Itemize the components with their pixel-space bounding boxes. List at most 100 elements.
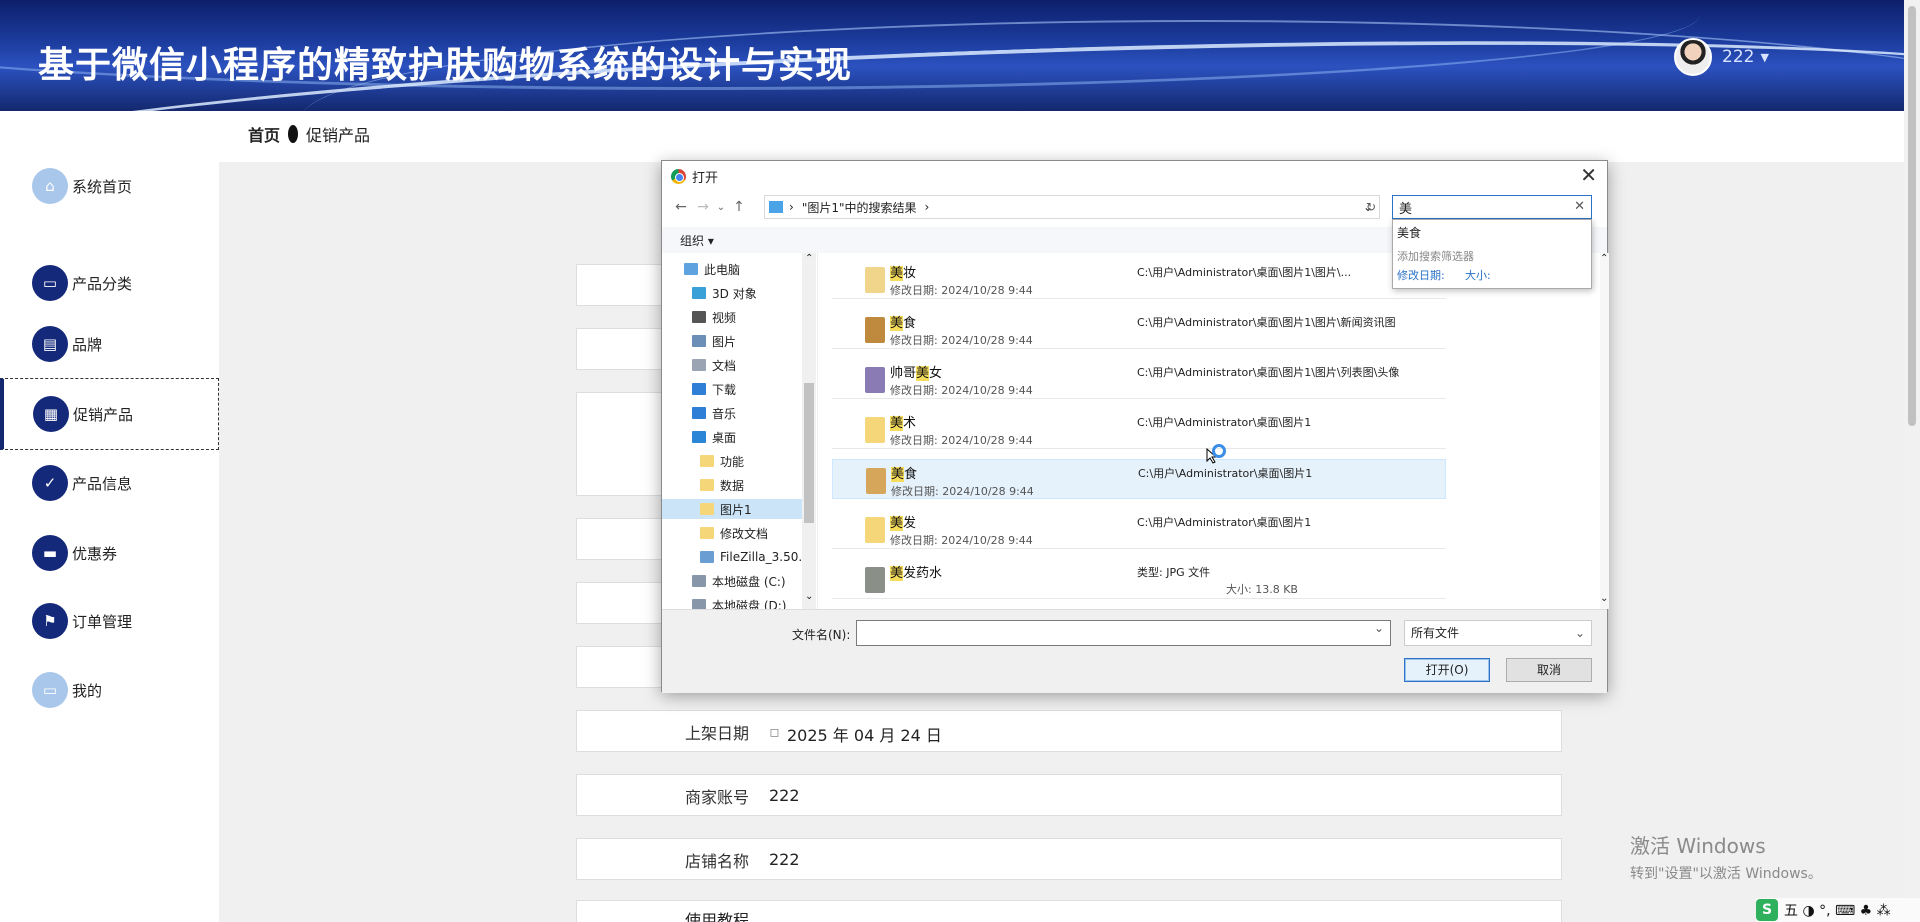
shelf-date-value[interactable]: 2025 年 04 月 24 日 [787, 722, 942, 746]
close-icon[interactable]: ✕ [1580, 164, 1597, 186]
file-name: 美食 [891, 463, 917, 482]
file-size: 大小: 13.8 KB [1226, 583, 1298, 596]
file-name-rest: 发药水 [903, 566, 943, 581]
clear-search-icon[interactable]: ✕ [1574, 199, 1585, 214]
file-list: 美妆 修改日期: 2024/10/28 9:44 C:\用户\Administrat… [832, 253, 1600, 609]
navigation-bar: ← → ⌄ ↑ › "图片1"中的搜索结果 › ⌄ [670, 195, 1380, 219]
calendar-icon[interactable]: ▫ [769, 722, 780, 741]
search-text[interactable]: 美 [1399, 198, 1412, 217]
tutorial-label: 使用教程 [685, 911, 750, 922]
address-text[interactable]: "图片1"中的搜索结果 [802, 199, 917, 216]
search-folder-icon [769, 201, 783, 213]
tree-item[interactable]: 本地磁盘 (C:) [662, 571, 786, 591]
forward-arrow-icon[interactable]: → [692, 199, 714, 215]
file-open-dialog[interactable]: 打开 ✕ ← → ⌄ ↑ › "图片1"中的搜索结果 › ⌄ ↻ 美 ✕ 美食 … [661, 160, 1609, 693]
tree-scrollbar-thumb[interactable] [804, 383, 814, 523]
file-row[interactable]: 美食 修改日期: 2024/10/28 9:44 C:\用户\Administrat… [832, 459, 1446, 499]
filename-input[interactable] [856, 620, 1391, 646]
activation-watermark: 激活 Windows 转到"设置"以激活 Windows。 [1630, 830, 1822, 883]
search-match-highlight: 美 [890, 416, 904, 431]
shop-value[interactable]: 222 [769, 850, 800, 869]
sidebar-item-2[interactable]: ▤ 品牌 [0, 308, 219, 380]
page-scrollbar-thumb[interactable] [1908, 6, 1916, 426]
filter-size[interactable]: 大小: [1465, 267, 1491, 283]
shelf-date-row[interactable]: 上架日期 ▫ 2025 年 04 月 24 日 [576, 710, 1562, 752]
filetype-select[interactable]: 所有文件 [1404, 620, 1592, 646]
dialog-title: 打开 [692, 170, 719, 186]
sidebar-item-3[interactable]: ▦ 促销产品 [0, 378, 219, 450]
file-list-scrollbar[interactable]: ⌃ ⌄ [1600, 253, 1609, 609]
user-menu[interactable]: 222 ▼ [1674, 38, 1769, 76]
scroll-down-icon[interactable]: ⌄ [805, 591, 813, 602]
path-chevron-icon[interactable]: › [925, 200, 930, 214]
scroll-up-icon[interactable]: ⌃ [1600, 253, 1608, 264]
tree-item[interactable]: 下载 [662, 379, 736, 399]
path-chevron-icon[interactable]: › [789, 200, 794, 214]
file-name-rest: 术 [903, 416, 917, 431]
file-icon [865, 317, 885, 343]
tree-item-label: 图片 [712, 334, 737, 349]
chrome-icon [671, 168, 686, 184]
caret-down-icon[interactable]: ▼ [1760, 51, 1768, 64]
scroll-up-icon[interactable]: ⌃ [805, 253, 813, 264]
ime-icon[interactable]: S [1756, 899, 1778, 921]
system-tray: S 五 ◑ °, ⌨ ♣ ⁂ [1756, 898, 1920, 922]
tray-status[interactable]: 五 ◑ °, ⌨ ♣ ⁂ [1784, 900, 1891, 920]
file-row[interactable]: 美发 修改日期: 2024/10/28 9:44 C:\用户\Administrat… [832, 509, 1446, 549]
tree-item[interactable]: 图片 [662, 331, 736, 351]
tree-item[interactable]: 音乐 [662, 403, 736, 423]
tree-item[interactable]: 桌面 [662, 427, 736, 447]
tutorial-row[interactable]: 使用教程 [576, 900, 1562, 922]
sidebar-item-6[interactable]: ⚑ 订单管理 [0, 585, 219, 657]
cancel-button[interactable]: 取消 [1506, 658, 1592, 682]
sidebar-item-5[interactable]: ▬ 优惠券 [0, 517, 219, 589]
tree-item[interactable]: 图片1 [662, 499, 802, 519]
tree-item[interactable]: FileZilla_3.50.( [662, 547, 807, 567]
breadcrumb-separator-icon [288, 125, 299, 143]
merchant-value[interactable]: 222 [769, 786, 800, 805]
sidebar-item-7[interactable]: ▭ 我的 [0, 654, 219, 726]
file-row[interactable]: 美食 修改日期: 2024/10/28 9:44 C:\用户\Administrat… [832, 309, 1446, 349]
back-arrow-icon[interactable]: ← [670, 199, 692, 215]
scroll-down-icon[interactable]: ⌄ [1600, 593, 1608, 604]
grid-icon: ▦ [33, 396, 69, 432]
tree-item-label: 此电脑 [704, 262, 741, 277]
file-row[interactable]: 美妆 修改日期: 2024/10/28 9:44 C:\用户\Administrat… [832, 259, 1446, 299]
folder-icon [692, 311, 706, 323]
sidebar-item-label: 促销产品 [73, 405, 134, 424]
address-bar[interactable]: › "图片1"中的搜索结果 › ⌄ [764, 195, 1380, 219]
file-row[interactable]: 美发药水 类型: JPG 文件 大小: 13.8 KB [832, 559, 1446, 599]
suggestion-item[interactable]: 美食 [1397, 224, 1421, 241]
refresh-icon[interactable]: ↻ [1360, 195, 1382, 219]
tree-item[interactable]: 功能 [662, 451, 744, 471]
filter-modified-date[interactable]: 修改日期: [1397, 267, 1445, 283]
recent-chevron-icon[interactable]: ⌄ [714, 202, 728, 213]
tree-item[interactable]: 修改文档 [662, 523, 768, 543]
tree-item[interactable]: 此电脑 [662, 259, 740, 279]
merchant-row[interactable]: 商家账号 222 [576, 774, 1562, 816]
shop-row[interactable]: 店铺名称 222 [576, 838, 1562, 880]
tree-item[interactable]: 本地磁盘 (D:) [662, 595, 786, 609]
username[interactable]: 222 [1722, 47, 1754, 67]
organize-button[interactable]: 组织 ▾ [680, 232, 714, 249]
file-row[interactable]: 帅哥美女 修改日期: 2024/10/28 9:44 C:\用户\Administr… [832, 359, 1446, 399]
up-arrow-icon[interactable]: ↑ [728, 199, 750, 215]
tree-item[interactable]: 3D 对象 [662, 283, 757, 303]
file-name-rest: 妆 [903, 266, 917, 281]
search-input[interactable]: 美 ✕ [1392, 195, 1592, 219]
dialog-titlebar[interactable]: 打开 ✕ [662, 161, 1607, 191]
tree-item[interactable]: 数据 [662, 475, 744, 495]
sidebar-item-4[interactable]: ✓ 产品信息 [0, 447, 219, 519]
file-name: 美食 [890, 312, 916, 331]
tree-item[interactable]: 文档 [662, 355, 736, 375]
open-button[interactable]: 打开(O) [1404, 658, 1490, 682]
folder-icon [692, 359, 706, 371]
sidebar-item-label: 品牌 [72, 335, 103, 354]
breadcrumb-home[interactable]: 首页 [248, 122, 280, 146]
sidebar-item-0[interactable]: ⌂ 系统首页 [0, 150, 219, 222]
avatar[interactable] [1674, 38, 1712, 76]
tree-item[interactable]: 视频 [662, 307, 736, 327]
file-row[interactable]: 美术 修改日期: 2024/10/28 9:44 C:\用户\Administrat… [832, 409, 1446, 449]
file-modified-date: 修改日期: 2024/10/28 9:44 [890, 534, 1033, 547]
ticket-icon: ▬ [32, 535, 68, 571]
